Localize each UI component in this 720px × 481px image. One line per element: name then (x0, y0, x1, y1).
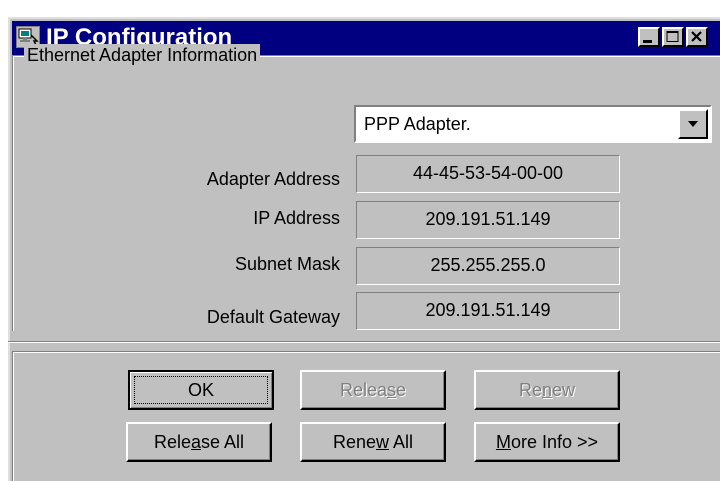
release-accelerator: s (387, 380, 396, 400)
default-gateway-value: 209.191.51.149 (356, 292, 620, 330)
subnet-mask-label: Subnet Mask (234, 254, 340, 274)
release-label-pre: Relea (339, 380, 387, 400)
renew-button[interactable]: Renew (474, 370, 620, 410)
ok-button[interactable]: OK (128, 370, 274, 410)
more-info-button[interactable]: More Info >> (474, 422, 620, 462)
chevron-down-icon (688, 121, 698, 127)
close-icon (691, 31, 702, 42)
ip-address-value: 209.191.51.149 (356, 201, 620, 239)
renew-label-pre: Re (518, 380, 542, 400)
adapter-address-value: 44-45-53-54-00-00 (356, 155, 620, 193)
renew-all-label-pre: Rene (332, 432, 376, 452)
release-all-label-pre: Rele (153, 432, 191, 452)
release-all-button[interactable]: Release All (126, 422, 272, 462)
adapter-info-groupbox (12, 55, 720, 331)
adapter-select[interactable]: PPP Adapter. (354, 105, 712, 143)
groupbox-legend: Ethernet Adapter Information (24, 44, 261, 66)
adapter-address-label: Adapter Address (206, 169, 340, 189)
more-info-label-post: ore Info >> (510, 432, 599, 452)
release-button[interactable]: Release (300, 370, 446, 410)
maximize-icon (666, 31, 679, 42)
release-all-accelerator: a (190, 432, 201, 452)
close-button[interactable] (686, 27, 708, 47)
release-all-label-post: se All (201, 432, 245, 452)
dropdown-button[interactable] (678, 109, 708, 139)
ip-address-label: IP Address (253, 208, 340, 228)
focus-ring (134, 376, 268, 404)
renew-all-accelerator: w (376, 432, 389, 452)
renew-label-post: ew (552, 380, 576, 400)
default-gateway-label: Default Gateway (206, 307, 340, 327)
adapter-select-value: PPP Adapter. (364, 114, 471, 134)
more-info-accelerator: M (495, 432, 511, 452)
release-label-post: e (396, 380, 407, 400)
section-divider (8, 341, 720, 343)
maximize-button[interactable] (662, 27, 684, 47)
minimize-icon (643, 40, 652, 43)
minimize-button[interactable] (638, 27, 660, 47)
renew-all-label-post: All (389, 432, 414, 452)
renew-all-button[interactable]: Renew All (300, 422, 446, 462)
renew-accelerator: n (541, 380, 552, 400)
subnet-mask-value: 255.255.255.0 (356, 247, 620, 285)
